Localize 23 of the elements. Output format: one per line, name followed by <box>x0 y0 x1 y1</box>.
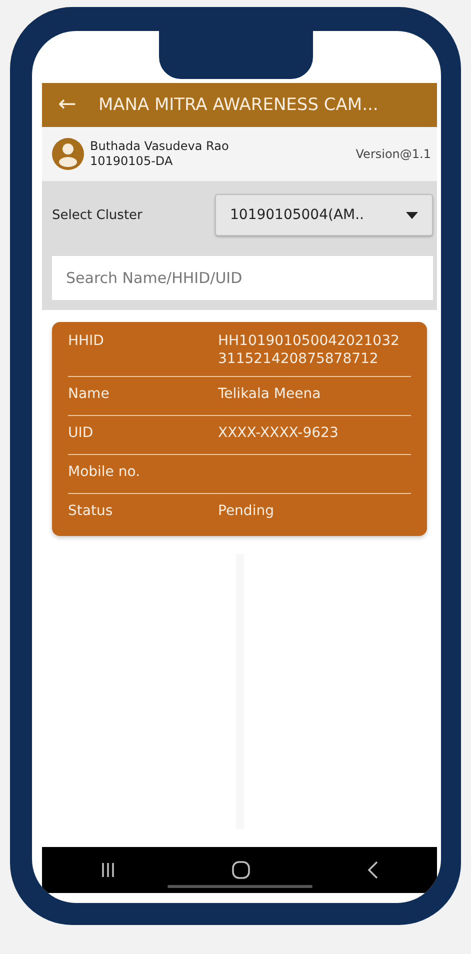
version-label: Version@1.1 <box>356 147 431 162</box>
back-icon[interactable] <box>366 861 379 880</box>
recents-icon[interactable] <box>100 862 116 878</box>
cluster-dropdown[interactable]: 10190105004(AM.. <box>215 194 433 236</box>
field-label: Name <box>68 385 110 404</box>
user-name: Buthada Vasudeva Rao <box>90 139 230 154</box>
back-button[interactable]: ← <box>58 92 76 118</box>
home-icon[interactable] <box>232 861 250 880</box>
field-value: Telikala Meena <box>218 385 322 404</box>
field-label: Mobile no. <box>68 463 142 482</box>
field-label: UID <box>68 424 94 444</box>
search-field[interactable]: Search Name/HHID/UID <box>52 256 433 300</box>
record-card[interactable]: HHID HH101901050042021032 311521420875878712 Name Telikala Meena UID XXXX-XXXX-9623 Mobile no. Status Pending <box>52 322 427 536</box>
user-code: 10190105-DA <box>90 154 174 170</box>
user-avatar-icon <box>52 138 84 170</box>
field-value: HH101901050042021032 311521420875878712 <box>218 332 400 368</box>
field-label: HHID <box>68 332 105 352</box>
field-label: Status <box>68 502 114 522</box>
field-value: Pending <box>218 502 275 522</box>
field-value: XXXX-XXXX-9623 <box>218 424 340 444</box>
dropdown-caret-icon <box>406 212 418 219</box>
cluster-label: Select Cluster <box>52 208 142 223</box>
screen-title: MANA MITRA AWARENESS CAM... <box>98 94 378 115</box>
